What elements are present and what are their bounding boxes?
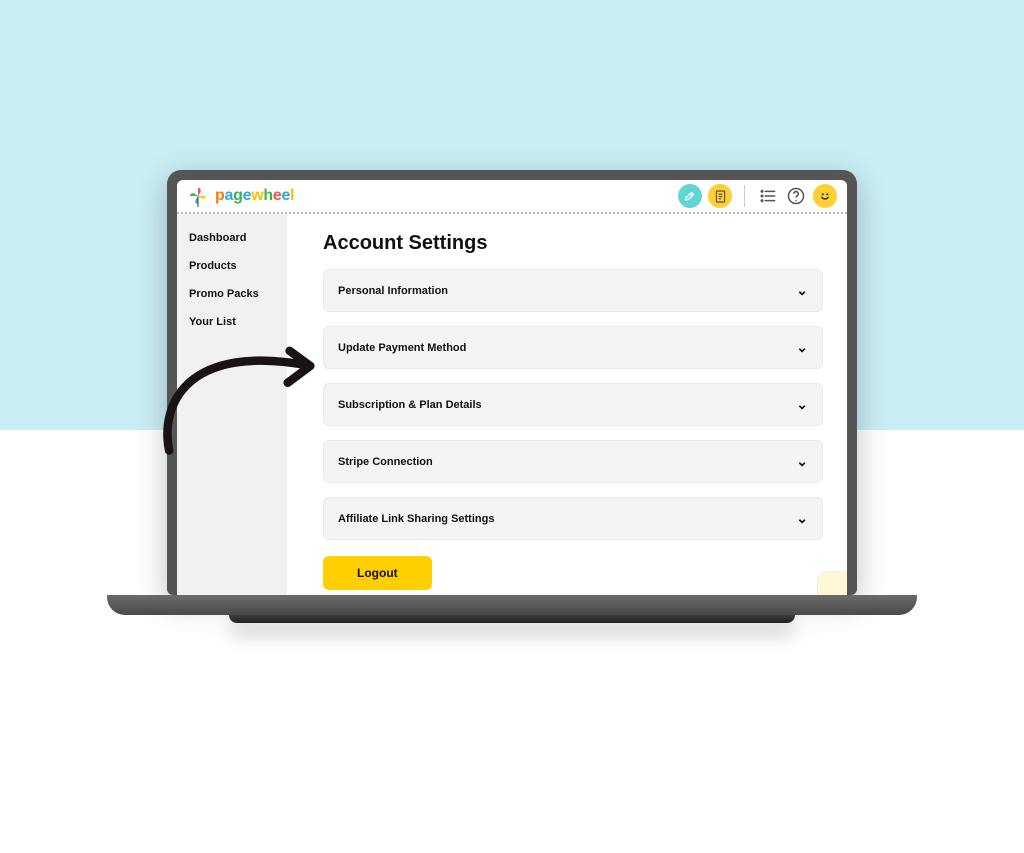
sidebar-item-your-list[interactable]: Your List xyxy=(189,316,287,328)
help-icon[interactable] xyxy=(785,185,807,207)
chevron-down-icon: ⌄ xyxy=(796,339,808,356)
chevron-down-icon: ⌄ xyxy=(796,510,808,527)
accordion-stripe-connection[interactable]: Stripe Connection ⌄ xyxy=(323,440,823,483)
sidebar-item-dashboard[interactable]: Dashboard xyxy=(189,232,287,244)
accordion-label: Affiliate Link Sharing Settings xyxy=(338,513,494,525)
accordion-label: Personal Information xyxy=(338,285,448,297)
pinwheel-logo-icon xyxy=(187,185,209,207)
document-icon[interactable] xyxy=(708,184,732,208)
sidebar: Dashboard Products Promo Packs Your List xyxy=(177,214,287,595)
list-icon[interactable] xyxy=(757,185,779,207)
accordion-subscription-plan-details[interactable]: Subscription & Plan Details ⌄ xyxy=(323,383,823,426)
app-header: pagewheel xyxy=(177,180,847,214)
accordion-label: Stripe Connection xyxy=(338,456,433,468)
accordion-label: Update Payment Method xyxy=(338,342,466,354)
chevron-down-icon: ⌄ xyxy=(796,282,808,299)
sidebar-item-promo-packs[interactable]: Promo Packs xyxy=(189,288,287,300)
accordion-personal-information[interactable]: Personal Information ⌄ xyxy=(323,269,823,312)
smiley-icon[interactable] xyxy=(813,184,837,208)
accordion-update-payment-method[interactable]: Update Payment Method ⌄ xyxy=(323,326,823,369)
page-title: Account Settings xyxy=(323,232,823,255)
sidebar-item-products[interactable]: Products xyxy=(189,260,287,272)
logout-button[interactable]: Logout xyxy=(323,556,432,590)
accordion-label: Subscription & Plan Details xyxy=(338,399,482,411)
logo-text: pagewheel xyxy=(215,187,294,205)
accordion-affiliate-link-sharing[interactable]: Affiliate Link Sharing Settings ⌄ xyxy=(323,497,823,540)
chevron-down-icon: ⌄ xyxy=(796,396,808,413)
chat-tab[interactable] xyxy=(817,571,847,595)
main-content: Account Settings Personal Information ⌄ … xyxy=(287,214,847,595)
rocket-icon[interactable] xyxy=(678,184,702,208)
laptop-mockup: pagewheel xyxy=(167,170,857,623)
chevron-down-icon: ⌄ xyxy=(796,453,808,470)
